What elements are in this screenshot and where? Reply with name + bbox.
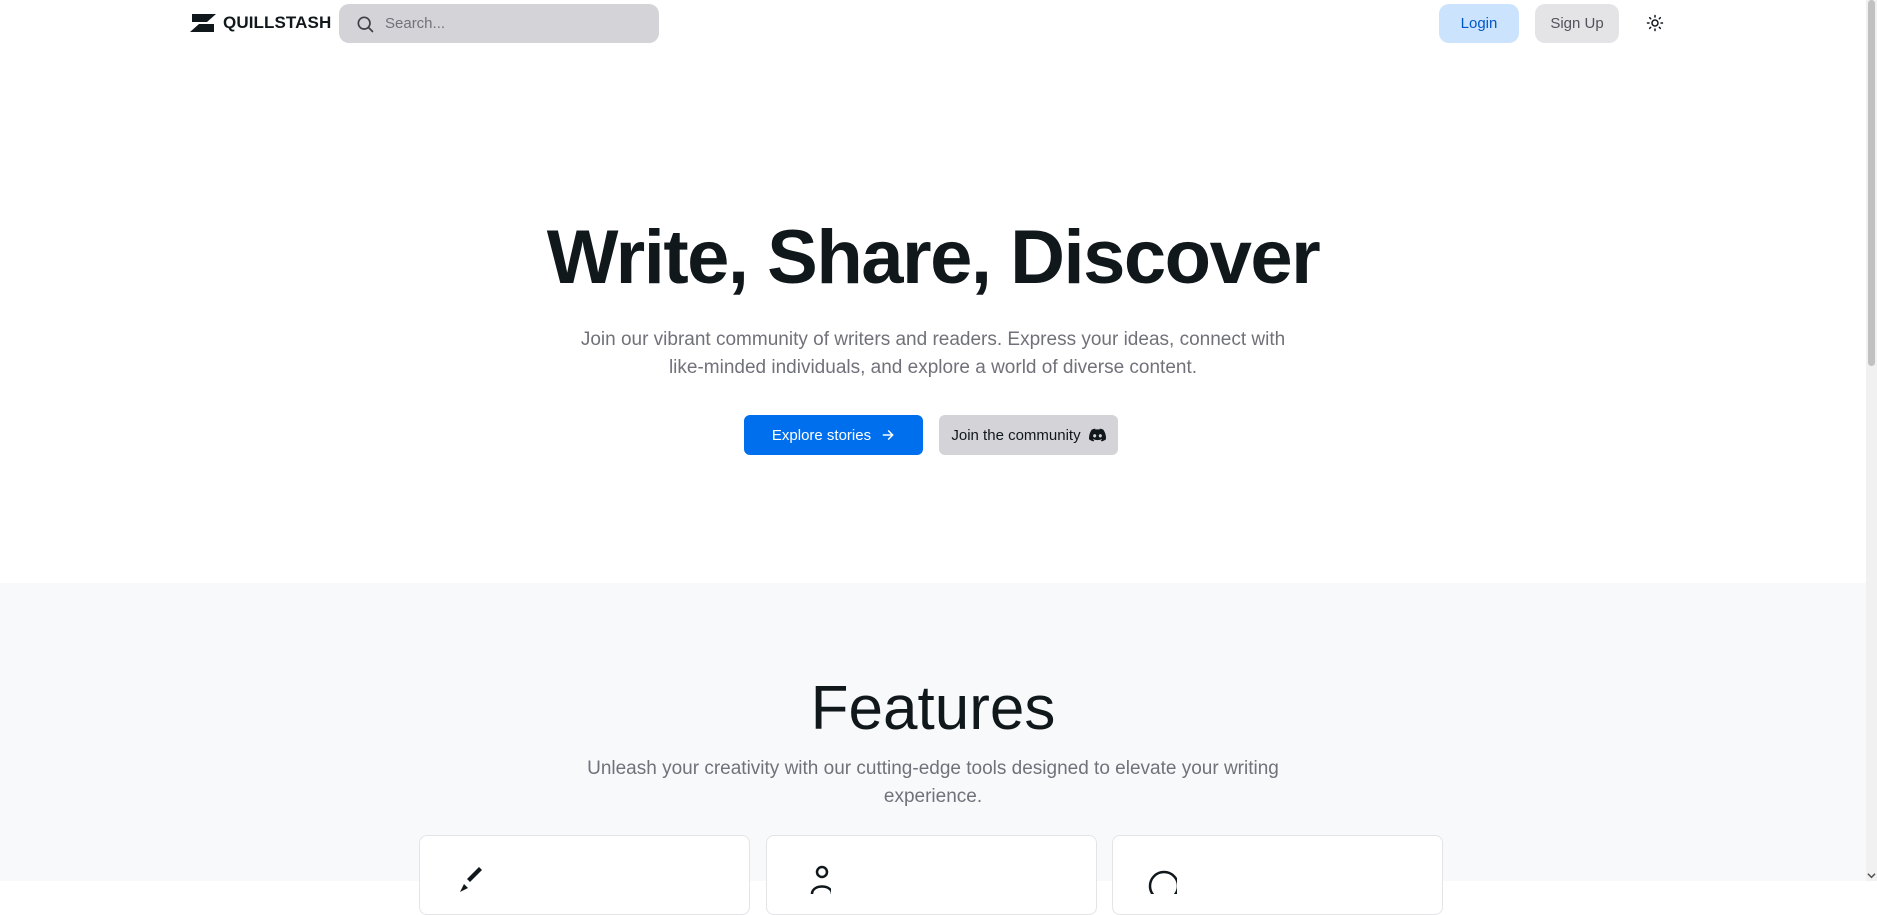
search-bar[interactable] <box>339 4 659 43</box>
scroll-down-arrow-icon[interactable] <box>1867 871 1876 880</box>
features-subtitle: Unleash your creativity with our cutting… <box>587 758 1279 807</box>
scrollbar-thumb[interactable] <box>1868 0 1875 366</box>
hero-subtitle: Join our vibrant community of writers an… <box>580 329 1286 378</box>
page-scrollbar[interactable] <box>1866 0 1877 881</box>
theme-toggle-button[interactable] <box>1643 11 1667 35</box>
arrow-right-icon <box>882 430 894 440</box>
pen-icon <box>460 867 482 892</box>
explore-stories-button[interactable]: Explore stories <box>744 415 923 455</box>
explore-stories-label: Explore stories <box>771 426 872 444</box>
hero-section: Write, Share, Discover Join our vibrant … <box>0 46 1866 583</box>
features-title: Features <box>810 674 1056 743</box>
brand-home-link[interactable]: QUILLSTASH <box>187 12 331 34</box>
search-input[interactable] <box>383 14 643 33</box>
discord-icon <box>1088 428 1106 442</box>
feature-card <box>766 835 1097 915</box>
search-icon <box>357 16 374 32</box>
feature-card <box>419 835 750 915</box>
signup-button[interactable]: Sign Up <box>1535 4 1619 43</box>
features-section: Features Unleash your creativity with ou… <box>0 583 1866 915</box>
top-navbar: QUILLSTASH Login Sign Up <box>0 0 1866 46</box>
join-community-label: Join the community <box>951 426 1081 444</box>
hero-title: Write, Share, Discover <box>546 215 1321 300</box>
login-button[interactable]: Login <box>1439 4 1519 43</box>
sun-icon <box>1646 14 1664 32</box>
chat-icon <box>1148 870 1177 894</box>
brand-name: QUILLSTASH <box>223 13 332 32</box>
join-community-button[interactable]: Join the community <box>939 415 1118 455</box>
feature-card <box>1112 835 1443 915</box>
users-icon <box>810 865 831 894</box>
quill-logo-icon <box>190 14 216 32</box>
